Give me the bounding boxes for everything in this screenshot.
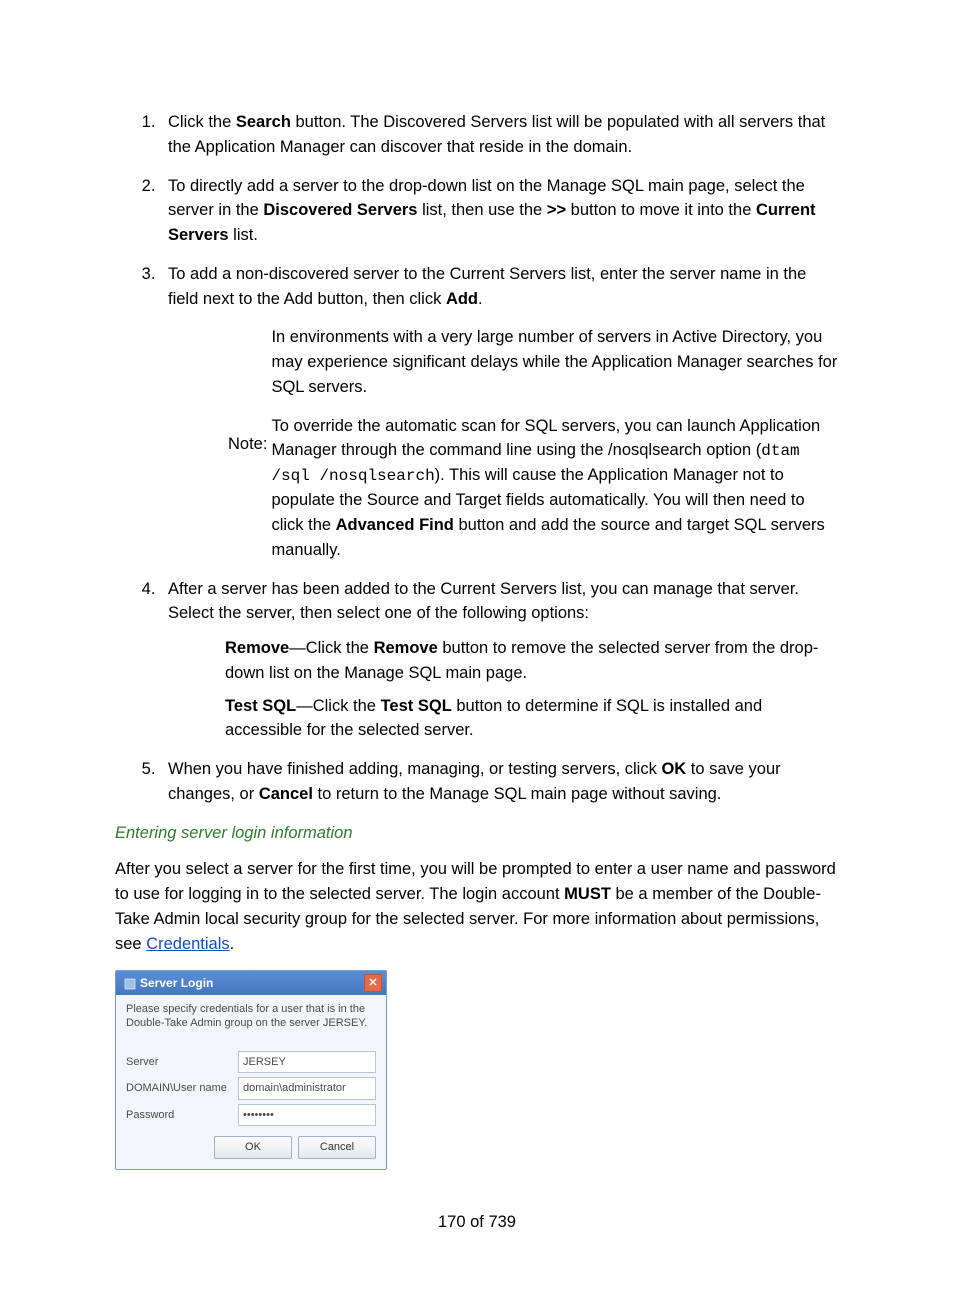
text: button to move it into the xyxy=(566,201,756,219)
cancel-button[interactable]: Cancel xyxy=(298,1136,376,1159)
note-paragraph-2: To override the automatic scan for SQL s… xyxy=(271,414,839,563)
step-5: When you have finished adding, managing,… xyxy=(160,757,839,807)
text: —Click the xyxy=(296,697,380,715)
step-2: To directly add a server to the drop-dow… xyxy=(160,174,839,248)
text: After a server has been added to the Cur… xyxy=(168,580,799,623)
section-paragraph: After you select a server for the first … xyxy=(115,857,839,956)
must-bold: MUST xyxy=(564,885,611,903)
note-block: Note: In environments with a very large … xyxy=(228,325,839,562)
note-paragraph-1: In environments with a very large number… xyxy=(271,325,839,399)
remove-bold-2: Remove xyxy=(374,639,438,657)
text: To override the automatic scan for SQL s… xyxy=(271,417,820,460)
text: . xyxy=(478,290,483,308)
server-field[interactable]: JERSEY xyxy=(238,1051,376,1074)
credentials-link[interactable]: Credentials xyxy=(146,935,229,953)
search-bold: Search xyxy=(236,113,291,131)
cancel-bold: Cancel xyxy=(259,785,313,803)
step-3: To add a non-discovered server to the Cu… xyxy=(160,262,839,563)
text: list. xyxy=(229,226,258,244)
advanced-find-bold: Advanced Find xyxy=(336,516,454,534)
text: to return to the Manage SQL main page wi… xyxy=(313,785,721,803)
dialog-description: Please specify credentials for a user th… xyxy=(126,1003,376,1031)
remove-option: Remove—Click the Remove button to remove… xyxy=(225,636,839,686)
server-label: Server xyxy=(126,1054,238,1071)
dialog-titlebar: Server Login ✕ xyxy=(116,971,386,995)
app-icon xyxy=(124,977,136,989)
server-row: Server JERSEY xyxy=(126,1051,376,1074)
add-bold: Add xyxy=(446,290,478,308)
password-field[interactable]: •••••••• xyxy=(238,1104,376,1127)
text: list, then use the xyxy=(417,201,546,219)
text: To add a non-discovered server to the Cu… xyxy=(168,265,806,308)
test-sql-bold-2: Test SQL xyxy=(381,697,452,715)
ok-bold: OK xyxy=(661,760,686,778)
server-login-dialog: Server Login ✕ Please specify credential… xyxy=(115,970,387,1170)
password-label: Password xyxy=(126,1107,238,1124)
page-number: 170 of 739 xyxy=(115,1210,839,1235)
move-button-bold: >> xyxy=(547,201,566,219)
remove-bold: Remove xyxy=(225,639,289,657)
password-row: Password •••••••• xyxy=(126,1104,376,1127)
username-label: DOMAIN\User name xyxy=(126,1080,238,1097)
text: When you have finished adding, managing,… xyxy=(168,760,661,778)
section-heading: Entering server login information xyxy=(115,821,839,846)
text: Click the xyxy=(168,113,236,131)
discovered-servers-bold: Discovered Servers xyxy=(263,201,417,219)
username-field[interactable]: domain\administrator xyxy=(238,1077,376,1100)
close-button[interactable]: ✕ xyxy=(364,974,382,992)
ok-button[interactable]: OK xyxy=(214,1136,292,1159)
dialog-title: Server Login xyxy=(140,974,364,992)
text: . xyxy=(230,935,235,953)
instruction-list: Click the Search button. The Discovered … xyxy=(115,110,839,807)
test-sql-option: Test SQL—Click the Test SQL button to de… xyxy=(225,694,839,744)
text: —Click the xyxy=(289,639,373,657)
note-label: Note: xyxy=(228,432,267,457)
step-4: After a server has been added to the Cur… xyxy=(160,577,839,744)
username-row: DOMAIN\User name domain\administrator xyxy=(126,1077,376,1100)
step-1: Click the Search button. The Discovered … xyxy=(160,110,839,160)
test-sql-bold: Test SQL xyxy=(225,697,296,715)
